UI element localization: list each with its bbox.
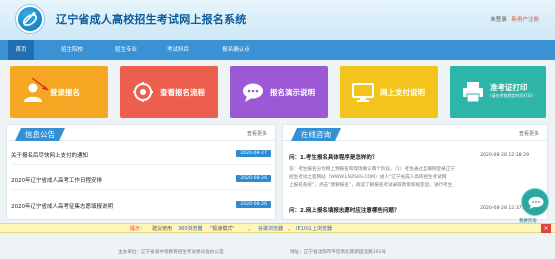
divider xyxy=(11,164,273,165)
header-links: 未登录 新用户注册 xyxy=(487,15,539,23)
chat-icon xyxy=(243,83,263,102)
notice-text: "极速模式" xyxy=(210,226,235,232)
notice-date: 2020-08-26 xyxy=(236,175,271,182)
notices-panel: 信息公告 查看更多 关于报名后尽快网上支付的通知 2020-08-27 2020… xyxy=(6,124,276,220)
tile-sublabel: (请在考前规定时间打印) xyxy=(490,93,534,98)
notice-text: ， xyxy=(248,226,254,232)
divider xyxy=(11,189,273,190)
tile-label: 查看报名流程 xyxy=(160,88,205,97)
tile-label: 网上支付说明 xyxy=(380,88,425,97)
close-icon[interactable]: × xyxy=(541,224,551,233)
consult-more-link[interactable]: 查看更多 xyxy=(519,130,539,137)
notice-title[interactable]: 2020年辽宁省成人高考征集志愿填报说明 xyxy=(11,202,113,210)
tile-demo[interactable]: 报名演示说明 xyxy=(230,66,328,118)
footer-address: 地址：辽宁省沈阳市平区地北南新园北路101号 xyxy=(290,250,387,255)
tile-view-process[interactable]: 查看报名流程 xyxy=(120,66,218,118)
qa-date: 2020-08-28 12:38:29 xyxy=(480,153,529,158)
nav-schools[interactable]: 招生院校 xyxy=(52,40,92,60)
qa-answer-line: 答：考生报名分为网上预报名和现场确认两个阶段。（1）考生通过互联网登录辽宁 xyxy=(289,167,456,172)
main-nav: 首页 招生院校 招生专业 考试科目 报名确认点 xyxy=(0,40,555,60)
qa-question-row[interactable]: 问：1.考生报名具体程序是怎样的？ 2020-08-28 12:38:29 xyxy=(289,153,529,163)
browser-notice-bar: 提示： 建议使用 360浏览器 "极速模式" ， 谷歌浏览器 、 IE10以上浏… xyxy=(0,223,555,233)
notice-prefix: 提示： xyxy=(130,226,146,232)
printer-icon xyxy=(463,82,483,103)
monitor-icon xyxy=(352,83,374,102)
qa-question[interactable]: 问：2.网上报名填报志愿时应注意哪些问题？ xyxy=(289,206,399,214)
footer-org: 主办单位：辽宁省高中等教育招生考试委员会办公室 xyxy=(118,250,224,255)
list-item[interactable]: 2020年辽宁省成人高考工作日程安排 2020-08-26 xyxy=(11,174,273,186)
notice-text: 建议使用 xyxy=(152,226,173,232)
qa-answer-line: 招生考试之窗网站（WWW.LNZSKS.COM）进入“辽宁省成人高校招生考试网 xyxy=(289,175,447,180)
qa-question-row[interactable]: 问：2.网上报名填报志愿时应注意哪些问题？ 2020-08-28 12:37:3… xyxy=(289,206,529,216)
settings-icon xyxy=(133,82,153,102)
list-item[interactable]: 关于报名后尽快网上支付的通知 2020-08-27 xyxy=(11,149,273,161)
notice-date: 2020-08-26 xyxy=(236,201,271,208)
nav-confirm-points[interactable]: 报名确认点 xyxy=(212,40,260,60)
chat-icon xyxy=(528,196,544,209)
nav-home[interactable]: 首页 xyxy=(8,40,34,60)
register-link[interactable]: 新用户注册 xyxy=(511,17,539,23)
tile-label: 登录报名 xyxy=(50,88,80,97)
browser-link-ie[interactable]: IE10以上浏览器 xyxy=(296,225,332,232)
site-logo-icon[interactable] xyxy=(16,5,44,33)
site-footer: 主办单位：辽宁省高中等教育招生考试委员会办公室 地址：辽宁省沈阳市平区地北南新园… xyxy=(0,233,555,259)
browser-link-chrome[interactable]: 谷歌浏览器 xyxy=(258,225,283,232)
arrow-pointer-icon xyxy=(32,78,49,91)
consult-floating-button[interactable] xyxy=(521,188,549,216)
login-status-link[interactable]: 未登录 xyxy=(490,17,507,23)
notices-title: 信息公告 xyxy=(15,128,65,141)
nav-majors[interactable]: 招生专业 xyxy=(106,40,146,60)
tile-login-register[interactable]: 登录报名 xyxy=(10,66,108,118)
consult-title: 在线咨询 xyxy=(291,128,341,141)
quick-tiles: 登录报名 查看报名流程 报名演示说明 网上支付说明 准考证打印 (请在考前规定时… xyxy=(10,66,546,118)
qa-question[interactable]: 问：1.考生报名具体程序是怎样的？ xyxy=(289,153,377,161)
site-title: 辽宁省成人高校招生考试网上报名系统 xyxy=(56,13,247,26)
notice-title[interactable]: 关于报名后尽快网上支付的通知 xyxy=(11,151,88,159)
notice-text: 、 xyxy=(288,226,294,232)
notice-title[interactable]: 2020年辽宁省成人高考工作日程安排 xyxy=(11,176,102,184)
online-consult-panel: 在线咨询 查看更多 问：1.考生报名具体程序是怎样的？ 2020-08-28 1… xyxy=(282,124,548,220)
tile-label: 准考证打印 xyxy=(490,83,528,92)
tile-admission-ticket[interactable]: 准考证打印 (请在考前规定时间打印) xyxy=(450,66,546,118)
nav-exam-subjects[interactable]: 考试科目 xyxy=(158,40,198,60)
notices-more-link[interactable]: 查看更多 xyxy=(247,130,267,137)
list-item[interactable]: 2020年辽宁省成人高考征集志愿填报说明 2020-08-26 xyxy=(11,200,273,212)
tile-label: 报名演示说明 xyxy=(270,88,315,97)
tile-payment[interactable]: 网上支付说明 xyxy=(340,66,438,118)
site-header: 辽宁省成人高校招生考试网上报名系统 未登录 新用户注册 xyxy=(0,0,555,40)
qa-answer-line: 上报名系统”，点击“我要报名”，阅读了解报名考试录取政策和规定后，进行考生 xyxy=(289,183,453,188)
browser-link-360[interactable]: 360浏览器 xyxy=(178,225,203,232)
notice-date: 2020-08-27 xyxy=(236,150,271,157)
qa-answer: 答：考生报名分为网上预报名和现场确认两个阶段。（1）考生通过互联网登录辽宁 招生… xyxy=(289,166,529,190)
